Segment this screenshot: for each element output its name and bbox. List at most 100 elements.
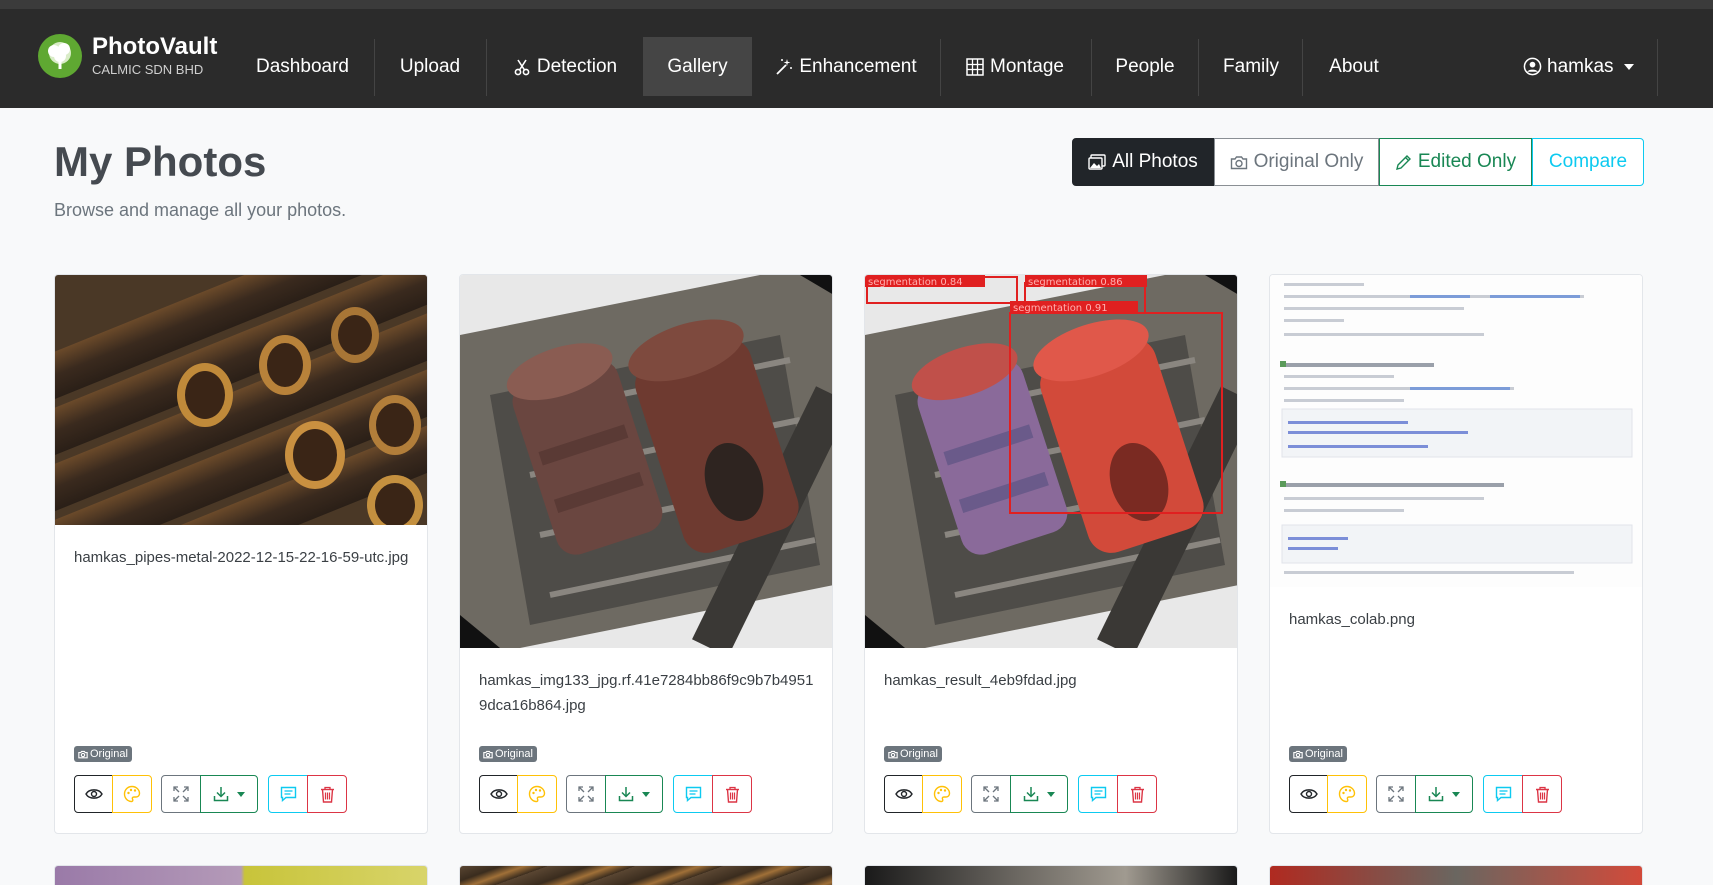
fullscreen-button[interactable]	[971, 775, 1011, 813]
nav-dashboard-label: Dashboard	[256, 55, 349, 77]
eye-icon	[84, 789, 103, 799]
delete-button[interactable]	[1522, 775, 1562, 813]
svg-text:segmentation 0.84: segmentation 0.84	[868, 277, 963, 288]
nav-gallery[interactable]: Gallery	[643, 37, 752, 96]
nav-upload[interactable]: Upload	[384, 37, 476, 96]
download-dropdown-button[interactable]	[605, 775, 663, 813]
delete-button[interactable]	[712, 775, 752, 813]
user-circle-icon	[1523, 57, 1542, 76]
page-subtitle: Browse and manage all your photos.	[54, 200, 347, 220]
nav-about-label: About	[1329, 55, 1379, 77]
comment-button[interactable]	[1483, 775, 1523, 813]
eye-icon	[489, 789, 508, 799]
photo-thumbnail-partial[interactable]	[459, 865, 833, 885]
comment-button[interactable]	[673, 775, 713, 813]
camera-icon	[1293, 750, 1303, 758]
nav-about[interactable]: About	[1313, 37, 1395, 96]
filter-original-label: Original Only	[1253, 151, 1364, 172]
photo-thumbnail-partial[interactable]	[54, 865, 428, 885]
tree-logo-icon	[38, 34, 82, 78]
photo-filename: hamkas_pipes-metal-2022-12-15-22-16-59-u…	[74, 549, 409, 566]
photo-thumbnail-partial[interactable]	[864, 865, 1238, 885]
nav-enhancement[interactable]: Enhancement	[770, 37, 922, 96]
expand-icon	[578, 786, 594, 802]
nav-enhancement-label: Enhancement	[799, 55, 917, 77]
download-dropdown-button[interactable]	[200, 775, 258, 813]
brand-subtitle: CALMIC SDN BHD	[92, 62, 204, 77]
view-button[interactable]	[884, 775, 923, 813]
download-icon	[1023, 787, 1039, 802]
filter-button-group: All Photos Original Only Edited Only Com…	[1072, 138, 1644, 186]
photo-filename: hamkas_colab.png	[1289, 611, 1415, 628]
camera-icon	[78, 750, 88, 758]
photo-thumbnail[interactable]	[460, 275, 832, 648]
expand-icon	[983, 786, 999, 802]
brand[interactable]: PhotoVault CALMIC SDN BHD	[38, 34, 217, 78]
photo-thumbnail[interactable]	[55, 275, 427, 525]
nav-gallery-label: Gallery	[667, 55, 728, 77]
photo-card: hamkas_img133_jpg.rf.41e7284bb86f9c9b7b4…	[459, 274, 833, 834]
view-button[interactable]	[1289, 775, 1328, 813]
enhance-button[interactable]	[922, 775, 962, 813]
delete-button[interactable]	[307, 775, 347, 813]
images-icon	[1088, 154, 1106, 170]
comment-icon	[1495, 786, 1511, 802]
photo-card: segmentation 0.84 segmentation 0.86 segm…	[864, 274, 1238, 834]
photo-thumbnail[interactable]: segmentation 0.84 segmentation 0.86 segm…	[865, 275, 1237, 648]
svg-text:segmentation 0.91: segmentation 0.91	[1013, 303, 1108, 314]
nav-upload-label: Upload	[399, 55, 461, 77]
comment-button[interactable]	[1078, 775, 1118, 813]
expand-icon	[1388, 786, 1404, 802]
view-button[interactable]	[74, 775, 113, 813]
photo-filename: hamkas_img133_jpg.rf.41e7284bb86f9c9b7b4…	[479, 672, 814, 714]
fullscreen-button[interactable]	[1376, 775, 1416, 813]
download-icon	[213, 787, 229, 802]
pencil-icon	[1395, 154, 1411, 170]
nav-people-label: People	[1115, 55, 1175, 77]
filter-original-only-button[interactable]: Original Only	[1214, 138, 1379, 186]
comment-icon	[685, 786, 701, 802]
palette-icon	[933, 785, 951, 803]
palette-icon	[1338, 785, 1356, 803]
nav-family[interactable]: Family	[1210, 37, 1292, 96]
filter-edited-label: Edited Only	[1417, 151, 1517, 172]
nav-detection[interactable]: Detection	[500, 37, 630, 96]
nav-montage[interactable]: Montage	[955, 37, 1075, 96]
photo-card: hamkas_pipes-metal-2022-12-15-22-16-59-u…	[54, 274, 428, 834]
comment-button[interactable]	[268, 775, 308, 813]
trash-icon	[1130, 786, 1144, 803]
compare-button[interactable]: Compare	[1532, 138, 1644, 186]
photo-thumbnail-partial[interactable]	[1269, 865, 1643, 885]
eye-icon	[894, 789, 913, 799]
enhance-button[interactable]	[517, 775, 557, 813]
enhance-button[interactable]	[1327, 775, 1367, 813]
user-menu[interactable]: hamkas	[1523, 37, 1634, 96]
chevron-down-icon	[1623, 63, 1634, 70]
original-badge: Original	[74, 746, 132, 762]
filter-edited-only-button[interactable]: Edited Only	[1379, 138, 1532, 186]
svg-text:segmentation 0.86: segmentation 0.86	[1028, 277, 1123, 288]
camera-icon	[1230, 155, 1247, 169]
original-badge: Original	[479, 746, 537, 762]
scissors-icon	[514, 59, 530, 75]
download-dropdown-button[interactable]	[1415, 775, 1473, 813]
chevron-down-icon	[1047, 791, 1055, 797]
chevron-down-icon	[642, 791, 650, 797]
download-dropdown-button[interactable]	[1010, 775, 1068, 813]
delete-button[interactable]	[1117, 775, 1157, 813]
enhance-button[interactable]	[112, 775, 152, 813]
filter-all-photos-button[interactable]: All Photos	[1072, 138, 1214, 186]
photo-thumbnail[interactable]	[1270, 275, 1642, 587]
window-top-strip	[0, 0, 1713, 9]
nav-people[interactable]: People	[1103, 37, 1187, 96]
fullscreen-button[interactable]	[161, 775, 201, 813]
badge-label: Original	[495, 748, 533, 760]
view-button[interactable]	[479, 775, 518, 813]
camera-icon	[483, 750, 493, 758]
filter-all-label: All Photos	[1112, 151, 1198, 172]
badge-label: Original	[90, 748, 128, 760]
fullscreen-button[interactable]	[566, 775, 606, 813]
nav-dashboard[interactable]: Dashboard	[247, 37, 358, 96]
chevron-down-icon	[1452, 791, 1460, 797]
badge-label: Original	[900, 748, 938, 760]
